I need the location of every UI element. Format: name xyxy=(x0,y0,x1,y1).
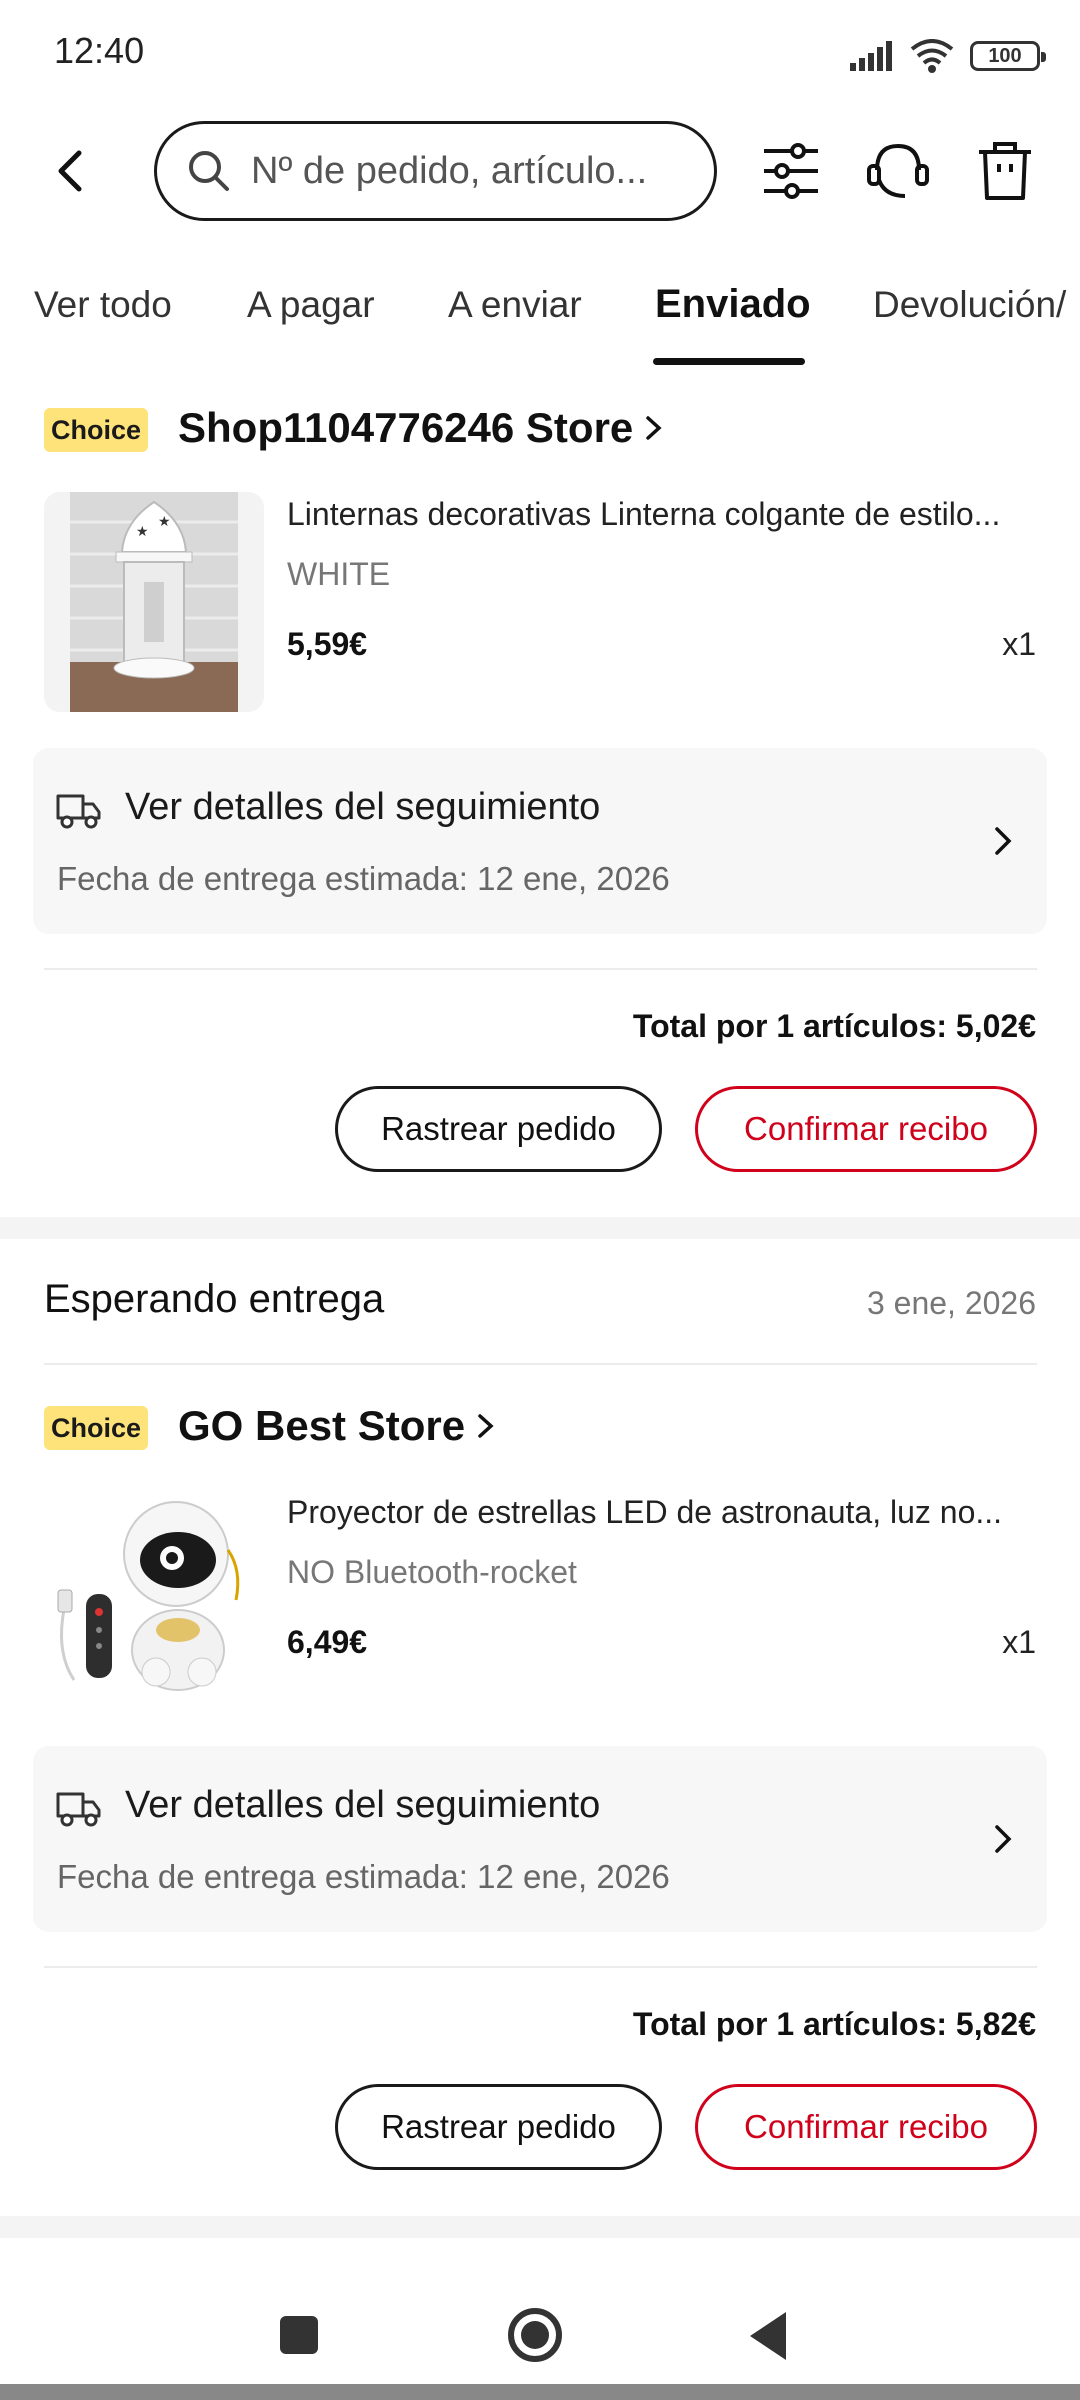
divider xyxy=(44,1966,1037,1968)
store-link[interactable]: Shop1104776246 Store xyxy=(178,404,663,452)
product-variant: WHITE xyxy=(287,556,391,592)
truck-icon xyxy=(56,794,101,829)
gesture-bar xyxy=(0,2384,1080,2400)
header xyxy=(0,118,1080,224)
track-order-button[interactable]: Rastrear pedido xyxy=(335,1086,662,1172)
svg-text:★: ★ xyxy=(158,513,171,529)
signal-icon xyxy=(850,41,892,71)
tracking-title: Ver detalles del seguimiento xyxy=(125,1784,601,1826)
chevron-right-icon xyxy=(646,416,662,440)
section-gap xyxy=(0,1217,1080,1239)
lantern-image: ★ ★ xyxy=(44,492,264,712)
tab-a-enviar[interactable]: A enviar xyxy=(448,284,582,326)
wifi-icon xyxy=(910,39,954,73)
divider xyxy=(44,968,1037,970)
filter-sliders-icon xyxy=(764,143,818,199)
chevron-right-icon xyxy=(995,1825,1012,1853)
search-box[interactable] xyxy=(154,121,717,221)
active-tab-indicator xyxy=(653,358,805,365)
order-total: Total por 1 artículos: 5,82€ xyxy=(632,2006,1036,2042)
tab-ver-todo[interactable]: Ver todo xyxy=(34,284,172,326)
home-button[interactable] xyxy=(508,2308,562,2362)
section-gap xyxy=(0,2216,1080,2238)
chevron-right-icon xyxy=(478,1414,494,1438)
tracking-title: Ver detalles del seguimiento xyxy=(125,786,601,828)
estimated-delivery: Fecha de entrega estimada: 12 ene, 2026 xyxy=(57,1858,670,1895)
battery-indicator: 100 xyxy=(970,41,1046,71)
order-status: Esperando entrega xyxy=(44,1277,385,1321)
order-card: Choice Shop1104776246 Store ★ ★ Linterna… xyxy=(0,390,1080,1210)
order-date: 3 ene, 2026 xyxy=(866,1285,1036,1321)
home-dot xyxy=(521,2321,549,2349)
search-icon xyxy=(189,151,229,191)
system-nav-bar xyxy=(0,2268,1080,2400)
chevron-right-icon xyxy=(995,827,1012,855)
status-time: 12:40 xyxy=(54,30,145,71)
headset-support-icon xyxy=(867,143,929,198)
product-qty: x1 xyxy=(1002,626,1036,662)
store-name: Shop1104776246 Store xyxy=(178,404,634,451)
product-variant: NO Bluetooth-rocket xyxy=(287,1554,577,1590)
search-input[interactable] xyxy=(251,149,691,193)
confirm-receipt-button[interactable]: Confirmar recibo xyxy=(695,2084,1037,2170)
tab-a-pagar[interactable]: A pagar xyxy=(247,284,375,326)
back-arrow-icon xyxy=(58,150,82,192)
tracking-details[interactable]: Ver detalles del seguimiento Fecha de en… xyxy=(33,748,1047,934)
product-title[interactable]: Proyector de estrellas LED de astronauta… xyxy=(287,1494,1037,1531)
astronaut-projector-image xyxy=(44,1490,264,1710)
trash-icon xyxy=(979,142,1031,200)
tab-enviado[interactable]: Enviado xyxy=(655,282,811,327)
battery-level: 100 xyxy=(988,44,1022,67)
product-price: 5,59€ xyxy=(287,626,368,662)
order-total: Total por 1 artículos: 5,02€ xyxy=(632,1008,1036,1044)
product-image[interactable]: ★ ★ xyxy=(44,492,264,712)
product-title[interactable]: Linternas decorativas Linterna colgante … xyxy=(287,496,1037,533)
order-card: Esperando entrega 3 ene, 2026 Choice GO … xyxy=(0,1239,1080,2209)
estimated-delivery: Fecha de entrega estimada: 12 ene, 2026 xyxy=(57,860,670,897)
product-qty: x1 xyxy=(1002,1624,1036,1660)
truck-icon xyxy=(56,1792,101,1827)
status-icons: 100 xyxy=(850,36,1046,76)
back-button[interactable] xyxy=(40,141,100,201)
tab-devolucion[interactable]: Devolución/ xyxy=(873,284,1066,326)
choice-badge: Choice xyxy=(44,1406,148,1450)
product-image[interactable] xyxy=(44,1490,264,1710)
status-bar: 12:40 100 xyxy=(0,0,1080,110)
choice-badge: Choice xyxy=(44,408,148,452)
order-tabs: Ver todo A pagar A enviar Enviado Devolu… xyxy=(0,270,1080,366)
store-link[interactable]: GO Best Store xyxy=(178,1402,495,1450)
confirm-receipt-button[interactable]: Confirmar recibo xyxy=(695,1086,1037,1172)
divider xyxy=(44,1363,1037,1365)
track-order-button[interactable]: Rastrear pedido xyxy=(335,2084,662,2170)
system-back-button[interactable] xyxy=(750,2312,786,2360)
store-name: GO Best Store xyxy=(178,1402,466,1449)
delete-button[interactable] xyxy=(972,138,1038,204)
tracking-details[interactable]: Ver detalles del seguimiento Fecha de en… xyxy=(33,1746,1047,1932)
product-price: 6,49€ xyxy=(287,1624,368,1660)
recent-apps-button[interactable] xyxy=(280,2316,318,2354)
support-button[interactable] xyxy=(865,138,931,204)
filter-button[interactable] xyxy=(758,138,824,204)
svg-text:★: ★ xyxy=(136,523,149,539)
